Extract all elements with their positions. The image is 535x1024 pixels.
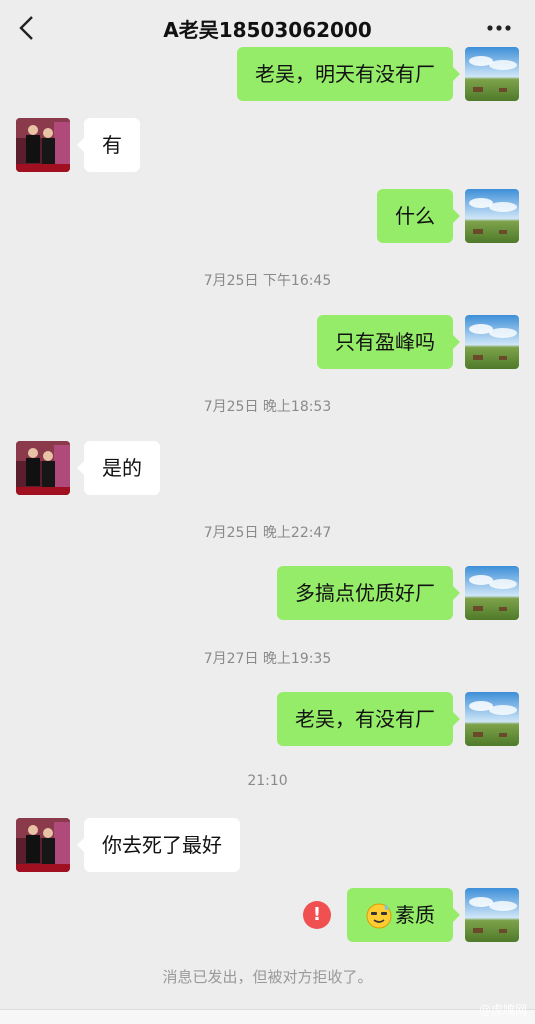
my-avatar[interactable] [465, 888, 519, 942]
more-options-icon[interactable] [485, 14, 513, 42]
my-avatar[interactable] [465, 47, 519, 101]
message-text: 素质 [395, 903, 435, 927]
outgoing-message[interactable]: 老吴，明天有没有厂 [237, 47, 460, 101]
input-bar-edge [0, 1009, 535, 1024]
sweat-smile-emoji-icon [365, 901, 393, 929]
send-failed-icon[interactable]: ! [303, 901, 331, 929]
timestamp: 7月25日 晚上22:47 [203, 525, 332, 541]
outgoing-message[interactable]: 素质 [347, 888, 460, 942]
incoming-message[interactable]: 你去死了最好 [77, 818, 240, 872]
timestamp: 7月25日 下午16:45 [203, 273, 332, 289]
contact-avatar[interactable] [16, 818, 70, 872]
contact-avatar[interactable] [16, 118, 70, 172]
chat-title: A老吴18503062000 [163, 18, 372, 42]
incoming-message[interactable]: 是的 [77, 441, 160, 495]
outgoing-message[interactable]: 老吴，有没有厂 [277, 692, 460, 746]
watermark: @虎嗅网 [478, 1003, 527, 1017]
timestamp: 7月27日 晚上19:35 [203, 651, 332, 667]
outgoing-message[interactable]: 只有盈峰吗 [317, 315, 460, 369]
my-avatar[interactable] [465, 692, 519, 746]
contact-avatar[interactable] [16, 441, 70, 495]
timestamp: 21:10 [247, 773, 288, 789]
my-avatar[interactable] [465, 315, 519, 369]
timestamp: 7月25日 晚上18:53 [203, 399, 332, 415]
my-avatar[interactable] [465, 189, 519, 243]
rejected-notice: 消息已发出，但被对方拒收了。 [162, 968, 373, 986]
outgoing-message[interactable]: 什么 [377, 189, 460, 243]
my-avatar[interactable] [465, 566, 519, 620]
incoming-message[interactable]: 有 [77, 118, 140, 172]
outgoing-message[interactable]: 多搞点优质好厂 [277, 566, 460, 620]
